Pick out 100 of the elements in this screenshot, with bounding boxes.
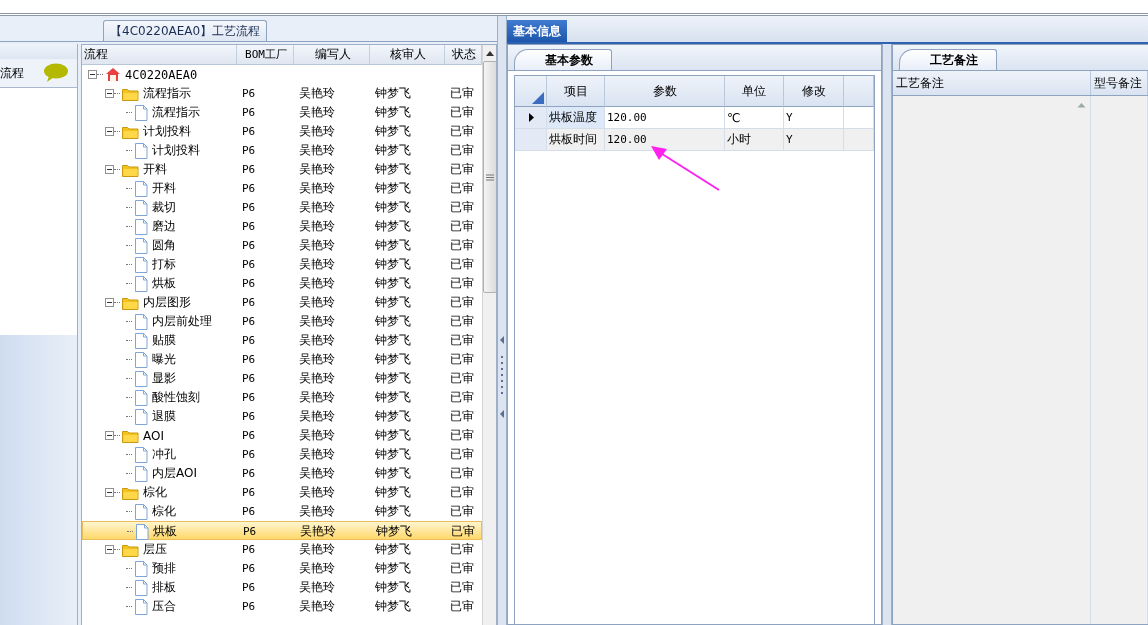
column-header[interactable]: 型号备注 bbox=[1091, 71, 1148, 95]
scrollbar-thumb[interactable] bbox=[483, 61, 496, 293]
table-cell: P6 bbox=[242, 486, 256, 499]
corner-triangle-icon[interactable] bbox=[532, 92, 544, 104]
column-header[interactable]: BOM工厂 bbox=[237, 45, 294, 64]
table-cell[interactable]: 120.00 bbox=[605, 129, 725, 151]
column-header[interactable]: 流程 bbox=[82, 45, 237, 64]
column-header[interactable]: 编写人 bbox=[294, 45, 370, 64]
collapse-icon[interactable] bbox=[105, 545, 114, 554]
tree-row[interactable]: 贴膜 P6 吴艳玲 钟梦飞 已审 bbox=[82, 331, 482, 350]
table-cell: P6 bbox=[242, 448, 256, 461]
table-cell: 吴艳玲 bbox=[299, 162, 335, 176]
tree-row[interactable]: 磨边 P6 吴艳玲 钟梦飞 已审 bbox=[82, 217, 482, 236]
table-cell: P6 bbox=[242, 429, 256, 442]
folder-icon bbox=[122, 542, 139, 557]
folder-icon bbox=[122, 295, 139, 310]
tree-row[interactable]: AOI P6 吴艳玲 钟梦飞 已审 bbox=[82, 426, 482, 445]
tree-row[interactable]: 排板 P6 吴艳玲 钟梦飞 已审 bbox=[82, 578, 482, 597]
table-cell: P6 bbox=[242, 163, 256, 176]
tree-row[interactable]: 圆角 P6 吴艳玲 钟梦飞 已审 bbox=[82, 236, 482, 255]
collapse-icon[interactable] bbox=[105, 165, 114, 174]
tree-row[interactable]: 显影 P6 吴艳玲 钟梦飞 已审 bbox=[82, 369, 482, 388]
collapse-icon[interactable] bbox=[88, 70, 97, 79]
tab[interactable]: 基本参数 bbox=[514, 49, 612, 70]
node-label: 压合 bbox=[152, 598, 176, 615]
tree-row[interactable]: 打标 P6 吴艳玲 钟梦飞 已审 bbox=[82, 255, 482, 274]
column-header[interactable]: 参数 bbox=[605, 76, 725, 107]
tree-row[interactable]: 曝光 P6 吴艳玲 钟梦飞 已审 bbox=[82, 350, 482, 369]
node-label: 显影 bbox=[152, 370, 176, 387]
table-cell[interactable]: 烘板温度 bbox=[547, 107, 605, 129]
node-label: 计划投料 bbox=[152, 142, 200, 159]
collapse-icon[interactable] bbox=[105, 488, 114, 497]
node-label: 圆角 bbox=[152, 237, 176, 254]
tab[interactable]: 基本信息 bbox=[507, 20, 567, 42]
column-header[interactable]: 核审人 bbox=[370, 45, 445, 64]
scroll-up-icon[interactable] bbox=[485, 49, 495, 59]
document-icon bbox=[134, 180, 148, 197]
table-cell: 钟梦飞 bbox=[375, 200, 411, 214]
house-icon bbox=[105, 67, 121, 82]
table-cell[interactable]: 小时 bbox=[725, 129, 784, 151]
tree-row[interactable]: 计划投料 P6 吴艳玲 钟梦飞 已审 bbox=[82, 141, 482, 160]
table-cell: 吴艳玲 bbox=[299, 219, 335, 233]
tree-row[interactable]: 层压 P6 吴艳玲 钟梦飞 已审 bbox=[82, 540, 482, 559]
flow-tab[interactable]: 【4C0220AEA0】工艺流程 bbox=[103, 20, 268, 41]
collapse-icon[interactable] bbox=[105, 127, 114, 136]
column-header[interactable]: 工艺备注 bbox=[893, 71, 1091, 95]
tree-row[interactable]: 退膜 P6 吴艳玲 钟梦飞 已审 bbox=[82, 407, 482, 426]
row-header[interactable] bbox=[515, 107, 547, 129]
table-cell: 钟梦飞 bbox=[375, 352, 411, 366]
tree-row[interactable]: 烘板 P6 吴艳玲 钟梦飞 已审 bbox=[82, 521, 482, 540]
table-cell: 已审 bbox=[450, 200, 474, 214]
tree-row[interactable]: 开料 P6 吴艳玲 钟梦飞 已审 bbox=[82, 179, 482, 198]
node-label: 排板 bbox=[152, 579, 176, 596]
tree-row[interactable]: 预排 P6 吴艳玲 钟梦飞 已审 bbox=[82, 559, 482, 578]
table-cell: 吴艳玲 bbox=[299, 124, 335, 138]
tree-row[interactable]: 内层AOI P6 吴艳玲 钟梦飞 已审 bbox=[82, 464, 482, 483]
document-icon bbox=[134, 218, 148, 235]
table-cell: P6 bbox=[242, 277, 256, 290]
tree-row[interactable]: 内层前处理 P6 吴艳玲 钟梦飞 已审 bbox=[82, 312, 482, 331]
table-cell: 吴艳玲 bbox=[299, 276, 335, 290]
tree-row[interactable]: 计划投料 P6 吴艳玲 钟梦飞 已审 bbox=[82, 122, 482, 141]
table-cell[interactable] bbox=[844, 129, 874, 151]
table-cell: 吴艳玲 bbox=[299, 238, 335, 252]
collapse-icon[interactable] bbox=[105, 89, 114, 98]
tree-row[interactable]: 烘板 P6 吴艳玲 钟梦飞 已审 bbox=[82, 274, 482, 293]
table-cell: P6 bbox=[242, 258, 256, 271]
tree-row[interactable]: 4C0220AEA0 bbox=[82, 65, 482, 84]
tree-row[interactable]: 冲孔 P6 吴艳玲 钟梦飞 已审 bbox=[82, 445, 482, 464]
table-cell: 已审 bbox=[450, 390, 474, 404]
tree-row[interactable]: 开料 P6 吴艳玲 钟梦飞 已审 bbox=[82, 160, 482, 179]
table-cell[interactable]: 烘板时间 bbox=[547, 129, 605, 151]
table-cell: 吴艳玲 bbox=[299, 181, 335, 195]
collapse-icon[interactable] bbox=[105, 431, 114, 440]
tree-row[interactable]: 流程指示 P6 吴艳玲 钟梦飞 已审 bbox=[82, 103, 482, 122]
column-header[interactable]: 修改 bbox=[784, 76, 844, 107]
table-cell: 钟梦飞 bbox=[375, 314, 411, 328]
table-cell: 钟梦飞 bbox=[375, 219, 411, 233]
tree-row[interactable]: 棕化 P6 吴艳玲 钟梦飞 已审 bbox=[82, 502, 482, 521]
tree-row[interactable]: 裁切 P6 吴艳玲 钟梦飞 已审 bbox=[82, 198, 482, 217]
table-cell: 钟梦飞 bbox=[375, 561, 411, 575]
table-cell: 钟梦飞 bbox=[375, 333, 411, 347]
tree-row[interactable]: 流程指示 P6 吴艳玲 钟梦飞 已审 bbox=[82, 84, 482, 103]
tree-row[interactable]: 压合 P6 吴艳玲 钟梦飞 已审 bbox=[82, 597, 482, 616]
table-cell: 吴艳玲 bbox=[299, 390, 335, 404]
table-cell: P6 bbox=[242, 315, 256, 328]
tree-row[interactable]: 内层图形 P6 吴艳玲 钟梦飞 已审 bbox=[82, 293, 482, 312]
document-icon bbox=[134, 256, 148, 273]
node-label: 磨边 bbox=[152, 218, 176, 235]
table-cell: 已审 bbox=[450, 219, 474, 233]
table-cell: 钟梦飞 bbox=[375, 162, 411, 176]
collapse-icon[interactable] bbox=[105, 298, 114, 307]
tree-row[interactable]: 棕化 P6 吴艳玲 钟梦飞 已审 bbox=[82, 483, 482, 502]
tab[interactable]: 工艺备注 bbox=[899, 49, 997, 70]
column-header[interactable]: 项目 bbox=[547, 76, 605, 107]
sidebar-item[interactable]: 流程 bbox=[0, 59, 77, 88]
tree-row[interactable]: 酸性蚀刻 P6 吴艳玲 钟梦飞 已审 bbox=[82, 388, 482, 407]
column-header[interactable]: 单位 bbox=[725, 76, 784, 107]
table-cell: 钟梦飞 bbox=[375, 181, 411, 195]
node-label: 层压 bbox=[143, 541, 167, 558]
table-cell[interactable]: Y bbox=[784, 129, 844, 151]
